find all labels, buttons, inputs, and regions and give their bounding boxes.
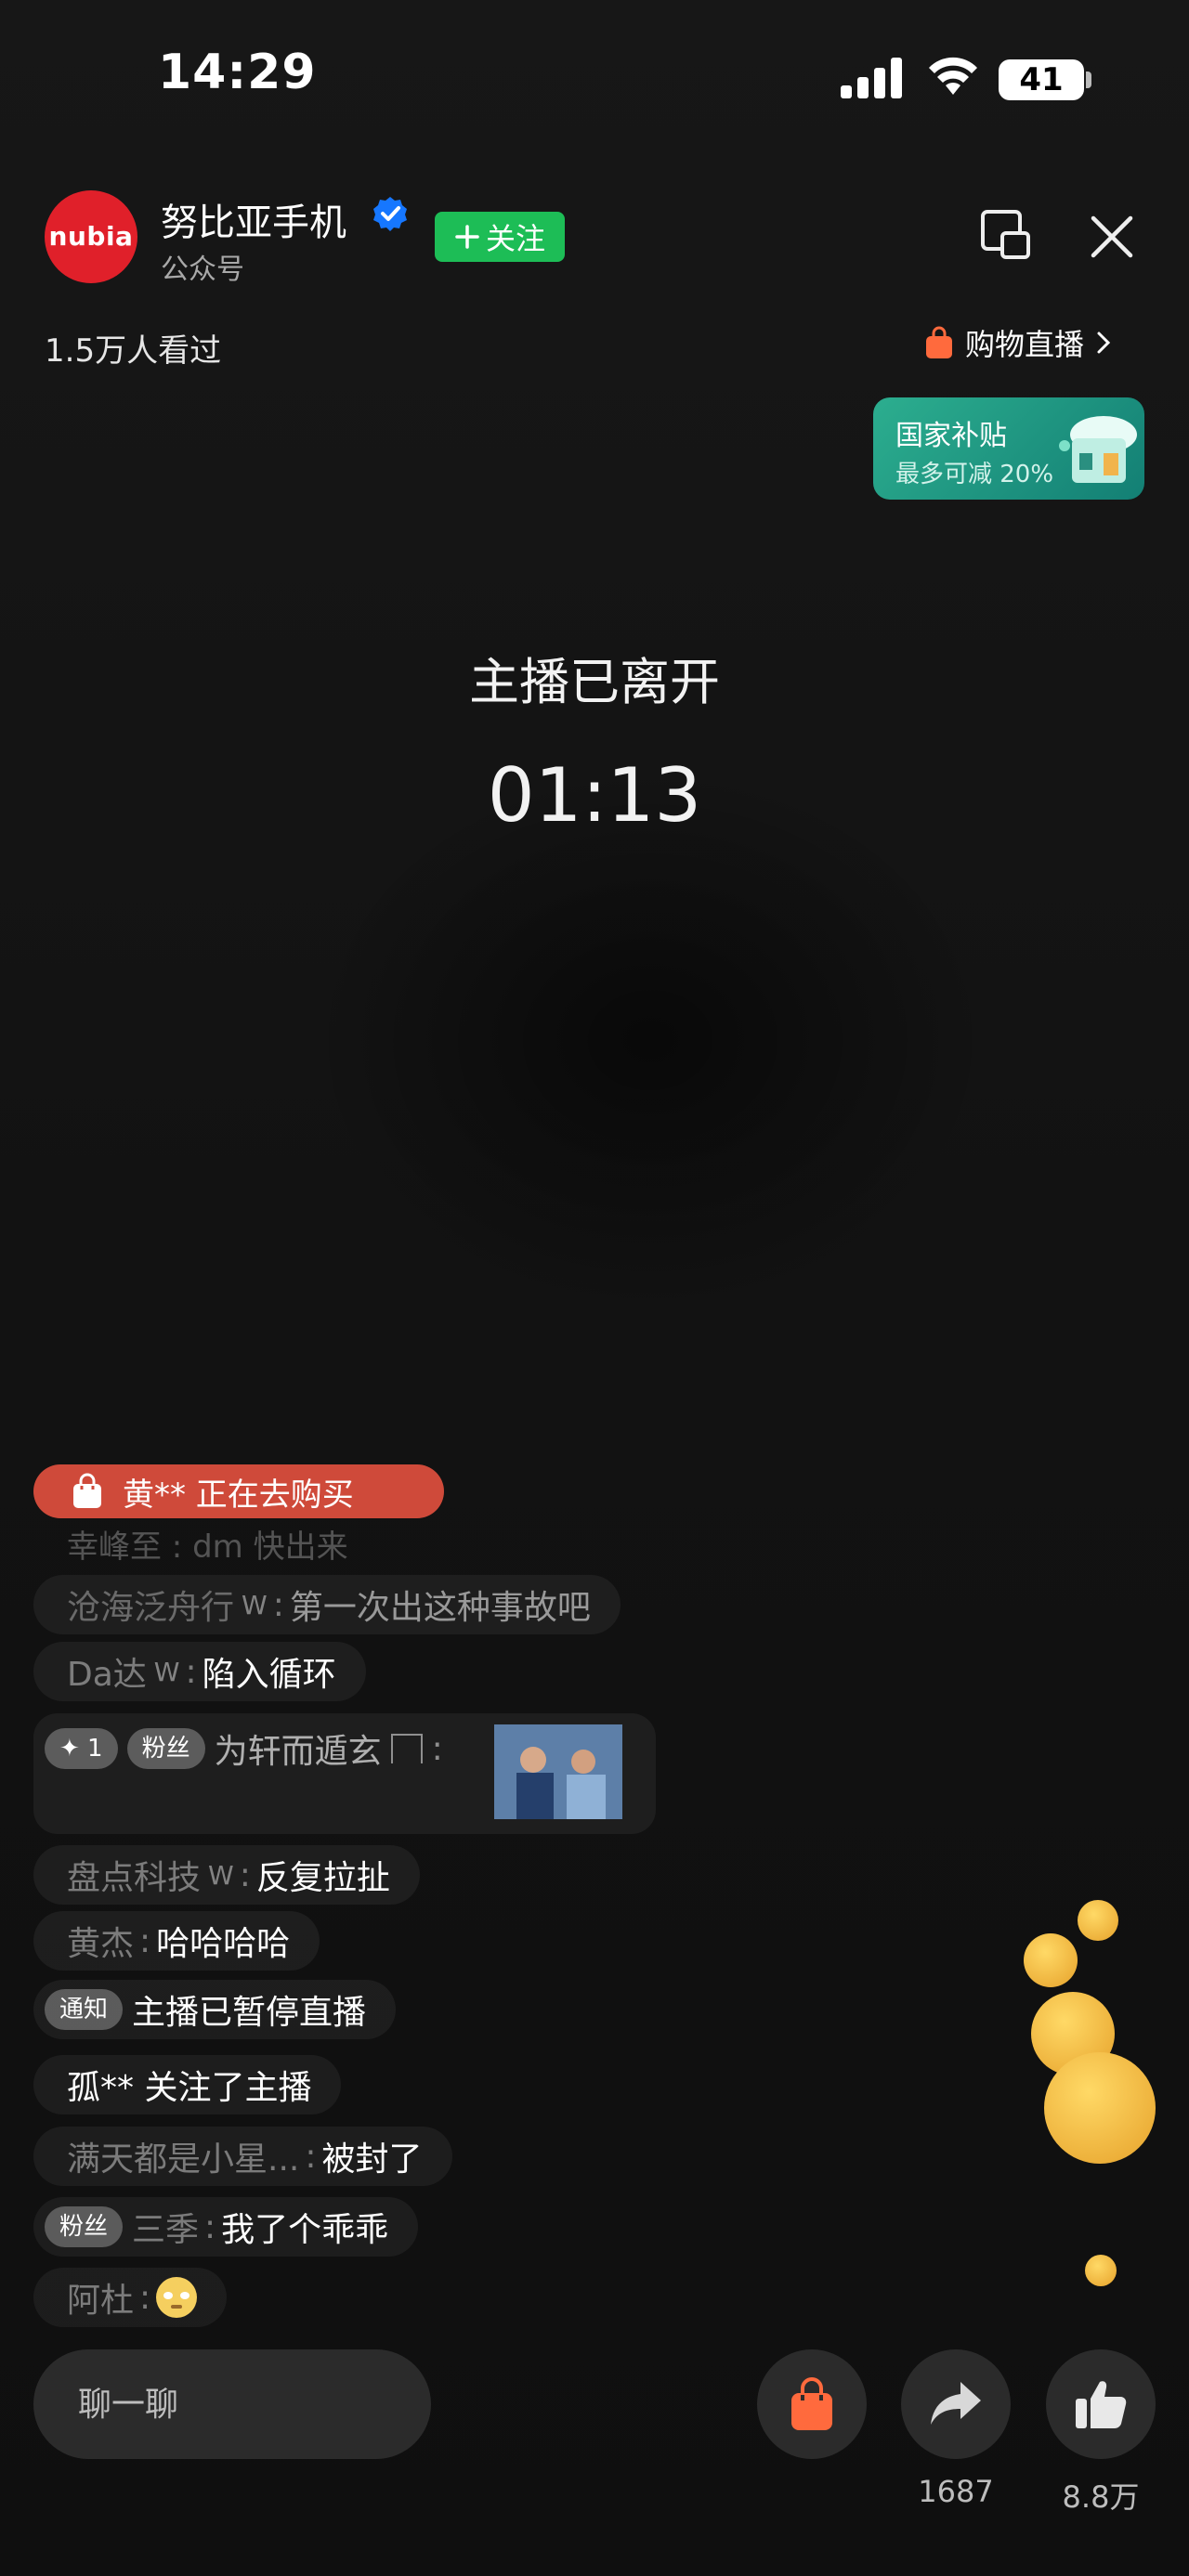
- like-count: 8.8万: [1062, 2479, 1140, 2515]
- viewer-count: 1.5万人看过: [45, 332, 222, 370]
- channel-logo[interactable]: nubia: [45, 190, 137, 283]
- comment-row: Da达 W: 陷入循环: [33, 1642, 366, 1701]
- signal-icon: [841, 58, 902, 98]
- stream-status: 主播已离开: [469, 653, 720, 711]
- buying-notice-text: 黄** 正在去购买: [123, 1476, 354, 1514]
- channel-type: 公众号: [161, 254, 244, 286]
- emoji-icon: [1078, 1900, 1118, 1941]
- stream-timer: 01:13: [487, 752, 702, 839]
- notice-badge: 通知: [45, 1989, 124, 2030]
- shopping-bag-icon: [926, 326, 952, 358]
- follow-label: 关注: [485, 221, 545, 256]
- house-icon: [1059, 416, 1137, 483]
- emoji-icon: [1085, 2255, 1117, 2286]
- follow-button[interactable]: 关注: [435, 212, 565, 262]
- emoji-icon: [1024, 1933, 1078, 1987]
- chat-input[interactable]: [33, 2349, 431, 2459]
- battery-indicator: 41: [999, 59, 1084, 100]
- fan-badge: 粉丝: [126, 1728, 205, 1769]
- wifi-icon: [929, 57, 977, 95]
- close-icon[interactable]: [1089, 214, 1135, 260]
- comment-row: 盘点科技 W: 反复拉扯: [33, 1845, 420, 1905]
- subsidy-title: 国家补贴: [895, 420, 1007, 452]
- shopping-bag-button[interactable]: [757, 2349, 867, 2459]
- subsidy-banner[interactable]: 国家补贴 最多可减 20%: [873, 397, 1144, 500]
- thumbs-up-icon: [1076, 2381, 1127, 2428]
- shopping-bag-icon: [791, 2377, 832, 2430]
- comment-row: 满天都是小星...: 被封了: [33, 2127, 452, 2186]
- plus-icon: [455, 225, 479, 249]
- notice-row: 通知 主播已暂停直播: [33, 1980, 397, 2039]
- like-button[interactable]: [1046, 2349, 1156, 2459]
- verified-icon: [373, 197, 407, 231]
- share-icon: [931, 2382, 981, 2425]
- chevron-right-icon: [1097, 332, 1111, 354]
- level-badge: ✦ 1: [45, 1728, 118, 1769]
- background: [0, 0, 1189, 2576]
- comment-image[interactable]: [494, 1724, 622, 1819]
- image-thumbnail: [494, 1724, 622, 1819]
- emoji-icon: [156, 2277, 198, 2318]
- comment-row: 沧海泛舟行 W: 第一次出这种事故吧: [33, 1575, 621, 1634]
- status-time: 14:29: [158, 45, 317, 100]
- comment-row-image: ✦ 1 粉丝 为轩而遁玄 :: [33, 1713, 656, 1834]
- follow-notice-row: 孤** 关注了主播: [33, 2055, 342, 2114]
- shop-live-label: 购物直播: [965, 327, 1085, 362]
- share-button[interactable]: [901, 2349, 1011, 2459]
- placeholder-glyph: [390, 1734, 423, 1763]
- comment-row: 黄杰: 哈哈哈哈: [33, 1911, 320, 1971]
- fan-badge: 粉丝: [45, 2206, 124, 2247]
- shopping-live-link[interactable]: 购物直播: [924, 321, 1112, 364]
- shopping-bag-icon: [73, 1473, 101, 1508]
- battery-tip: [1086, 72, 1091, 88]
- buying-notice: 黄** 正在去购买: [33, 1464, 444, 1518]
- subsidy-subtitle: 最多可减 20%: [895, 461, 1054, 488]
- share-count: 1687: [918, 2474, 994, 2509]
- faded-comment: 幸峰至 : dm 快出来: [67, 1529, 348, 1566]
- comment-row: 阿杜:: [33, 2268, 228, 2327]
- pip-icon[interactable]: [980, 209, 1032, 261]
- emoji-icon: [1044, 2052, 1156, 2164]
- comment-row: 粉丝 三季: 我了个乖乖: [33, 2197, 419, 2257]
- channel-name[interactable]: 努比亚手机: [161, 192, 346, 246]
- comment-user: 为轩而遁玄: [214, 1733, 382, 1771]
